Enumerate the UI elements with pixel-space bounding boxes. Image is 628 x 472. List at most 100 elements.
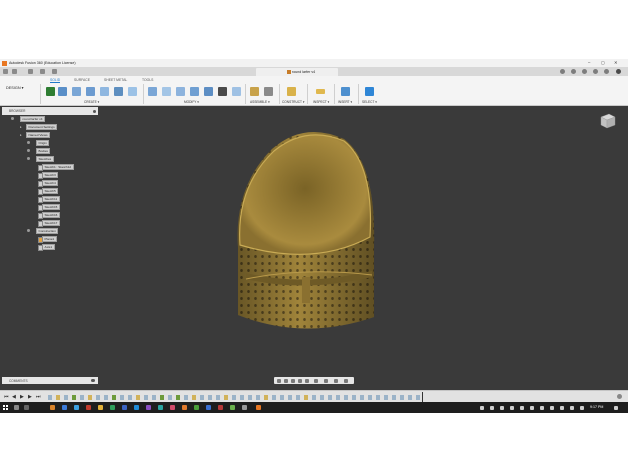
tree-node-plane[interactable]: Plane1 [38,236,57,243]
timeline-feature[interactable] [104,394,108,400]
timeline-settings-icon[interactable] [617,394,622,399]
hole-icon[interactable] [100,87,109,96]
timeline-feature[interactable] [216,394,220,400]
fusion-taskbar-icon[interactable] [256,405,261,410]
tree-node-sketch[interactable]: Sketch16 [38,212,60,219]
timeline-start-icon[interactable]: ⏮ [4,394,9,400]
combine-icon[interactable] [204,87,213,96]
timeline-feature[interactable] [120,394,124,400]
timeline-feature[interactable] [56,394,60,400]
comments-panel[interactable]: COMMENTS [2,377,98,384]
assemble-group-label[interactable]: ASSEMBLE ▾ [250,100,270,104]
app-icon[interactable] [146,405,151,410]
timeline-feature[interactable] [88,394,92,400]
browser-panel-header[interactable]: BROWSER [2,107,98,115]
app-icon[interactable] [194,405,199,410]
insert-group-label[interactable]: INSERT ▾ [338,100,352,104]
tree-node-root[interactable]: round larfer v4 [11,116,45,122]
fillet-icon[interactable] [162,87,171,96]
timeline-play-icon[interactable]: ▶ [20,394,24,400]
tray-icon[interactable] [510,405,514,410]
timeline-feature[interactable] [368,394,372,400]
timeline-feature[interactable] [264,394,268,400]
maximize-button[interactable]: ◻ [601,60,604,65]
tab-surface[interactable]: SURFACE [74,78,90,82]
app-icon[interactable] [98,405,103,410]
timeline-feature[interactable] [144,394,148,400]
model-viewport[interactable] [224,127,384,337]
timeline-feature[interactable] [224,394,228,400]
app-icon[interactable] [182,405,187,410]
tray-icon[interactable] [560,405,564,410]
timeline-feature[interactable] [328,394,332,400]
timeline-feature[interactable] [280,394,284,400]
shell-icon[interactable] [190,87,199,96]
new-component-icon[interactable] [46,87,55,96]
visibility-eye-icon[interactable] [11,117,14,121]
select-cursor-icon[interactable] [365,87,374,96]
timeline-feature[interactable] [288,394,292,400]
timeline-feature[interactable] [168,394,172,400]
tray-icon[interactable] [500,405,504,410]
revolve-icon[interactable] [86,87,95,96]
insert-image-icon[interactable] [341,87,350,96]
timeline-feature[interactable] [240,394,244,400]
timeline-feature[interactable] [192,394,196,400]
tree-node-sketch[interactable]: Sketch1 : Sketch12 [38,164,74,171]
press-pull-icon[interactable] [148,87,157,96]
timeline-feature[interactable] [200,394,204,400]
windows-start-icon[interactable] [3,405,8,410]
tree-node-sketch[interactable]: Sketch5 [38,188,59,195]
search-icon[interactable] [14,405,19,410]
tray-icon[interactable] [520,405,524,410]
tree-node-sketch[interactable]: Sketch11 [38,196,60,203]
tree-node-axis[interactable]: Axis1 [38,244,55,251]
tree-node-named-views[interactable]: ▸ Named Views [20,132,51,138]
move-icon[interactable] [218,87,227,96]
save-icon[interactable] [28,68,33,74]
tree-node-construction[interactable]: Construction [27,228,59,234]
timeline-feature[interactable] [400,394,404,400]
browser-pin-icon[interactable] [93,109,96,113]
zoom-icon[interactable] [298,378,302,383]
timeline-feature[interactable] [80,394,84,400]
document-tab[interactable]: round larfer v4 [256,68,338,76]
tab-tools[interactable]: TOOLS [142,78,153,82]
timeline-feature[interactable] [320,394,324,400]
grid-settings-icon[interactable] [324,378,328,383]
scale-icon[interactable] [232,87,241,96]
app-icon[interactable] [170,405,175,410]
timeline-feature[interactable] [392,394,396,400]
timeline-marker[interactable] [422,392,423,402]
tray-icon[interactable] [530,405,534,410]
layout-icon[interactable] [344,378,348,383]
tree-node-sketch[interactable]: Sketch17 [38,220,60,227]
construct-group-label[interactable]: CONSTRUCT ▾ [282,100,304,104]
tree-node-sketches[interactable]: Sketches [27,156,54,162]
timeline-feature[interactable] [256,394,260,400]
tree-node-sketch[interactable]: Sketch3 [38,172,59,179]
modify-group-label[interactable]: MODIFY ▾ [184,100,199,104]
select-group-label[interactable]: SELECT ▾ [362,100,377,104]
tray-icon[interactable] [480,405,484,410]
app-icon[interactable] [206,405,211,410]
timeline-feature[interactable] [376,394,380,400]
tab-solid[interactable]: SOLID [50,78,61,83]
tree-node-document-settings[interactable]: ▸ Document Settings [20,124,58,130]
pattern-icon[interactable] [128,87,137,96]
offset-plane-icon[interactable] [287,87,296,96]
timeline-feature[interactable] [232,394,236,400]
close-button[interactable]: ✕ [614,60,618,65]
visibility-eye-icon[interactable] [27,149,30,153]
app-icon[interactable] [218,405,223,410]
visibility-eye-icon[interactable] [27,141,30,145]
app-icon[interactable] [158,405,163,410]
notifications-icon[interactable] [593,68,598,74]
file-menu-icon[interactable] [12,68,17,74]
timeline-feature[interactable] [344,394,348,400]
timeline-feature[interactable] [360,394,364,400]
timeline-feature[interactable] [384,394,388,400]
taskbar-clock[interactable]: 9:17 PM [590,405,603,409]
notification-center-icon[interactable] [614,405,618,410]
minimize-button[interactable]: – [588,60,590,65]
